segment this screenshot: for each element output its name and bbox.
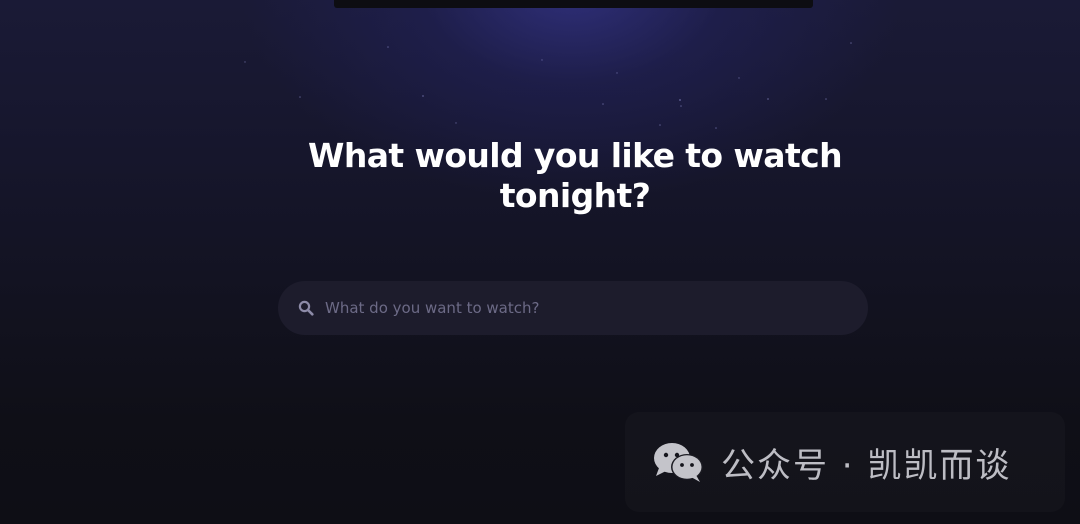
search-icon <box>298 300 314 316</box>
watermark-badge: 公众号 · 凯凯而谈 <box>625 412 1065 512</box>
page-background: What would you like to watch tonight? Wh… <box>0 0 1080 524</box>
search-bar[interactable] <box>278 281 868 335</box>
page-title: What would you like to watch tonight? <box>308 136 843 215</box>
watermark-text: 公众号 · 凯凯而谈 <box>721 445 1012 486</box>
wechat-icon <box>651 439 707 485</box>
search-input[interactable] <box>325 288 868 328</box>
